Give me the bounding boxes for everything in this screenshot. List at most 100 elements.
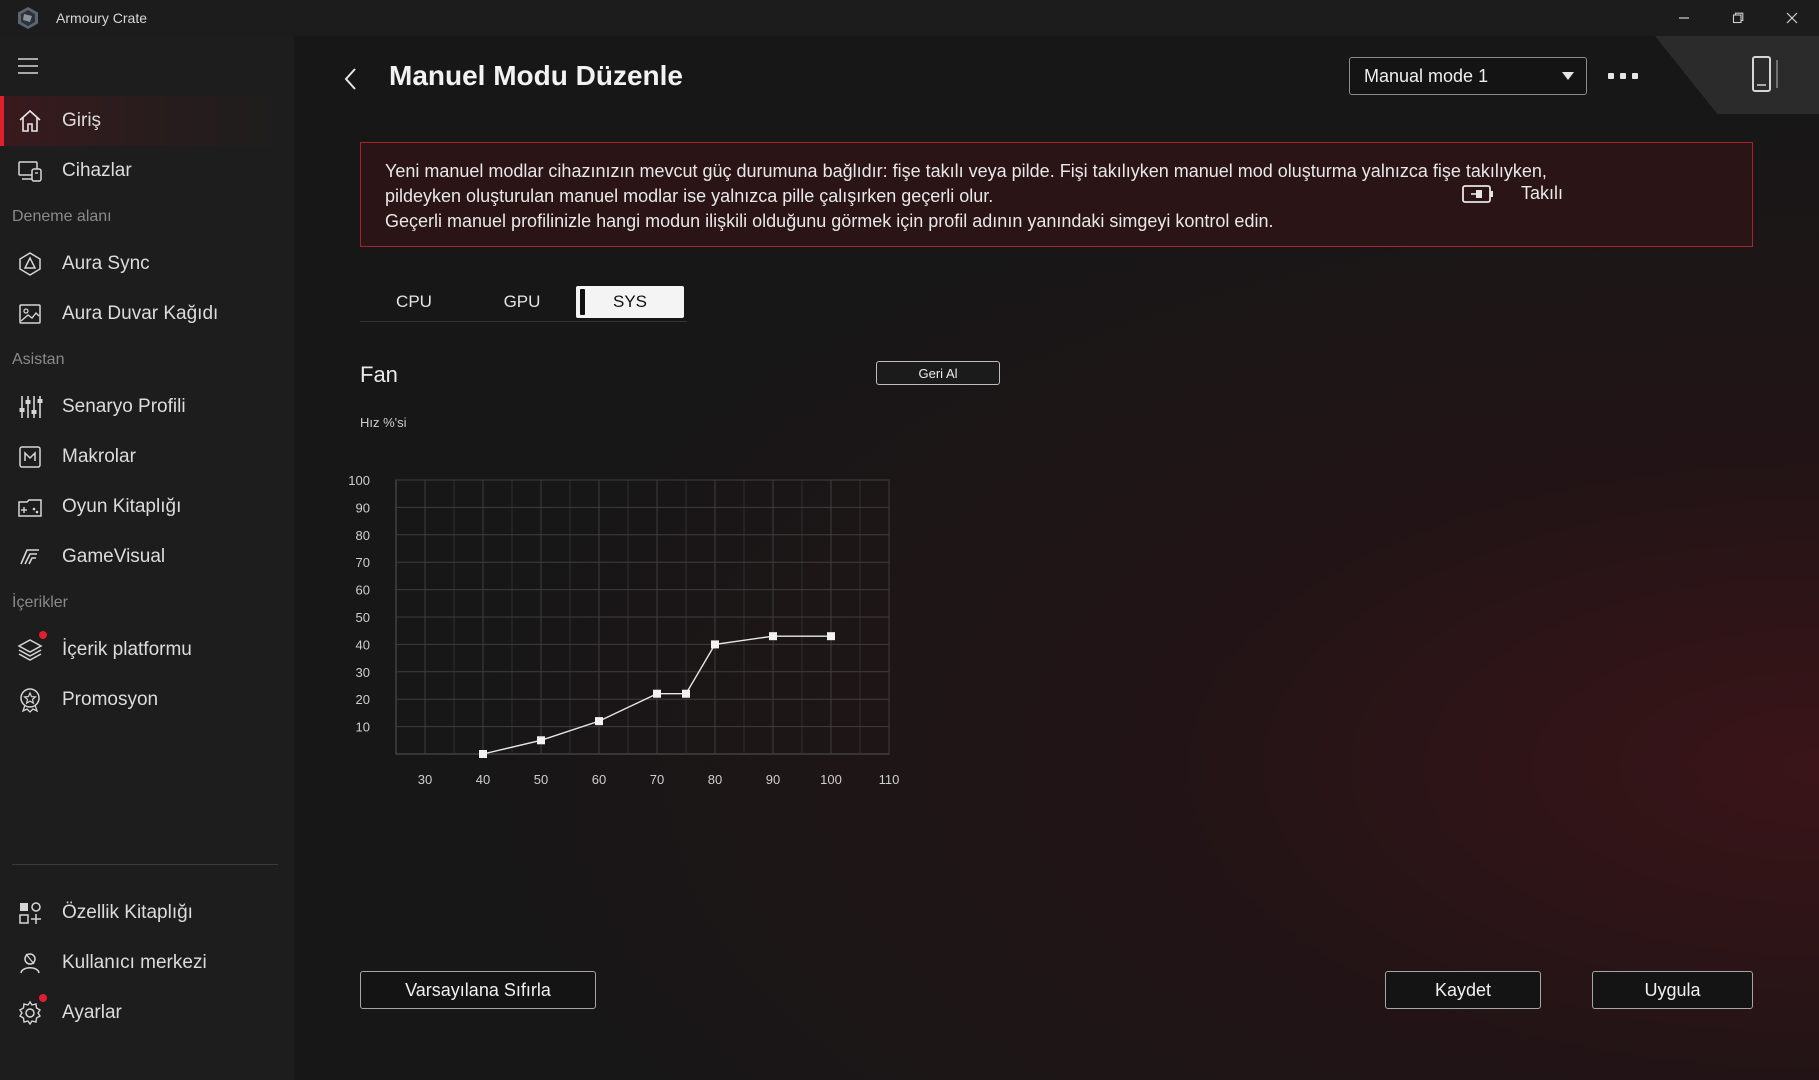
wallpaper-icon [17, 301, 43, 327]
power-status-label: Takılı [1521, 183, 1564, 203]
more-options-button[interactable] [1608, 70, 1638, 82]
minimize-icon [1679, 17, 1689, 19]
x-tick-label: 90 [766, 772, 780, 787]
fan-curve-point[interactable] [827, 632, 835, 641]
y-tick-label: 10 [356, 720, 370, 735]
mode-dropdown-value: Manual mode 1 [1364, 65, 1489, 86]
sidebar-item-promotion[interactable]: Promosyon [0, 675, 294, 725]
sidebar-item-label: Oyun Kitaplığı [62, 496, 182, 517]
fan-curve-chart[interactable]: 10 20 30 40 50 60 70 80 90 100 30 40 50 60 70 80 90 100 1… [334, 432, 914, 812]
y-tick-label: 70 [356, 555, 370, 570]
minimize-button[interactable] [1657, 0, 1711, 36]
sidebar-item-label: İçerik platformu [62, 639, 192, 660]
sidebar-item-label: Makrolar [62, 446, 136, 467]
aura-sync-icon [17, 251, 43, 277]
y-tick-label: 100 [348, 473, 370, 488]
notification-dot [39, 994, 47, 1002]
sidebar-item-feature-library[interactable]: Özellik Kitaplığı [0, 888, 294, 938]
x-tick-label: 80 [708, 772, 722, 787]
sliders-icon [17, 394, 43, 420]
restore-icon [1732, 12, 1744, 24]
sidebar-item-devices[interactable]: Cihazlar [0, 146, 294, 196]
app-title: Armoury Crate [56, 10, 148, 26]
sidebar-item-label: Ayarlar [62, 1002, 122, 1023]
sidebar-item-aura-sync[interactable]: Aura Sync [0, 239, 294, 289]
warning-line-1: Yeni manuel modlar cihazınızın mevcut gü… [385, 161, 1547, 181]
sidebar-item-content-platform[interactable]: İçerik platformu [0, 625, 294, 675]
y-tick-label: 60 [356, 583, 370, 598]
sidebar-item-aura-wallpaper[interactable]: Aura Duvar Kağıdı [0, 289, 294, 339]
reset-default-button[interactable]: Varsayılana Sıfırla [360, 971, 596, 1009]
sidebar-item-game-library[interactable]: Oyun Kitaplığı [0, 482, 294, 532]
sidebar-item-settings[interactable]: Ayarlar [0, 988, 294, 1038]
notification-dot [39, 631, 47, 639]
y-tick-label: 40 [356, 637, 370, 652]
close-icon [1786, 12, 1798, 24]
sidebar-item-label: Senaryo Profili [62, 396, 186, 417]
sidebar-item-label: Giriş [62, 110, 102, 131]
sidebar-item-label: Kullanıcı merkezi [62, 952, 207, 973]
home-icon [17, 108, 43, 134]
tab-cpu[interactable]: CPU [360, 286, 468, 318]
gear-icon [17, 994, 47, 1026]
back-arrow-icon[interactable] [340, 64, 362, 94]
fan-curve-point[interactable] [479, 750, 487, 758]
sidebar-item-label: Aura Duvar Kağıdı [62, 303, 219, 324]
x-tick-label: 70 [650, 772, 664, 787]
sidebar-item-label: Aura Sync [62, 253, 150, 274]
y-tick-label: 50 [356, 610, 370, 625]
section-label-trial: Deneme alanı [12, 208, 112, 225]
sidebar-item-gamevisual[interactable]: GameVisual [0, 532, 294, 582]
y-axis-title: Hız %'si [360, 415, 407, 430]
x-tick-label: 30 [418, 772, 432, 787]
section-label-contents: İçerikler [12, 594, 69, 611]
more-dots-icon [1608, 73, 1614, 79]
gamepad-icon [17, 494, 43, 520]
tab-gpu[interactable]: GPU [468, 286, 576, 318]
sidebar-item-user-center[interactable]: Kullanıcı merkezi [0, 938, 294, 988]
undo-button[interactable]: Geri Al [876, 361, 1000, 385]
macro-icon [17, 444, 43, 470]
devices-icon [17, 158, 43, 184]
fan-curve-point[interactable] [537, 736, 545, 745]
tab-sys[interactable]: SYS [576, 286, 684, 318]
main-content: Manuel Modu Düzenle Manual mode 1 Yeni m… [294, 36, 1819, 1080]
hamburger-menu-icon[interactable] [16, 56, 40, 76]
fan-curve-point[interactable] [682, 689, 690, 698]
armoury-crate-logo-icon [18, 7, 38, 29]
warning-line-2: pildeyken oluşturulan manuel modlar ise … [385, 186, 994, 206]
fan-curve-point[interactable] [595, 717, 603, 726]
sidebar-divider [12, 864, 278, 865]
chevron-down-icon [1562, 72, 1574, 80]
device-tower-icon[interactable] [1747, 54, 1787, 94]
fan-curve-point[interactable] [769, 632, 777, 641]
sidebar-item-home[interactable]: Giriş [0, 96, 294, 146]
x-tick-label: 40 [476, 772, 490, 787]
x-tick-label: 100 [820, 772, 842, 787]
page-title: Manuel Modu Düzenle [389, 60, 683, 91]
layers-icon [17, 631, 47, 663]
warning-text: Yeni manuel modlar cihazınızın mevcut gü… [385, 159, 1585, 234]
sidebar-item-label: Özellik Kitaplığı [62, 902, 193, 923]
device-panel-corner [1655, 36, 1819, 114]
sidebar-item-scenario-profile[interactable]: Senaryo Profili [0, 382, 294, 432]
y-tick-label: 90 [356, 500, 370, 515]
fan-curve-point[interactable] [653, 689, 661, 698]
star-badge-icon [17, 687, 43, 713]
apply-button[interactable]: Uygula [1592, 971, 1753, 1009]
mode-dropdown[interactable]: Manual mode 1 [1349, 57, 1587, 95]
close-button[interactable] [1765, 0, 1819, 36]
fan-curve-point[interactable] [711, 640, 719, 649]
sidebar-item-macros[interactable]: Makrolar [0, 432, 294, 482]
sidebar: Giriş Cihazlar Deneme alanı Aura Sync Au… [0, 36, 294, 1080]
x-tick-label: 60 [592, 772, 606, 787]
user-icon [17, 950, 43, 976]
power-mode-warning: Yeni manuel modlar cihazınızın mevcut gü… [360, 142, 1753, 247]
restore-button[interactable] [1711, 0, 1765, 36]
warning-line-3: Geçerli manuel profilinizle hangi modun … [385, 211, 1274, 231]
gamevisual-icon [17, 544, 43, 570]
sidebar-item-label: Promosyon [62, 689, 159, 710]
sidebar-item-label: GameVisual [62, 546, 166, 567]
save-button[interactable]: Kaydet [1385, 971, 1541, 1009]
y-tick-label: 80 [356, 528, 370, 543]
